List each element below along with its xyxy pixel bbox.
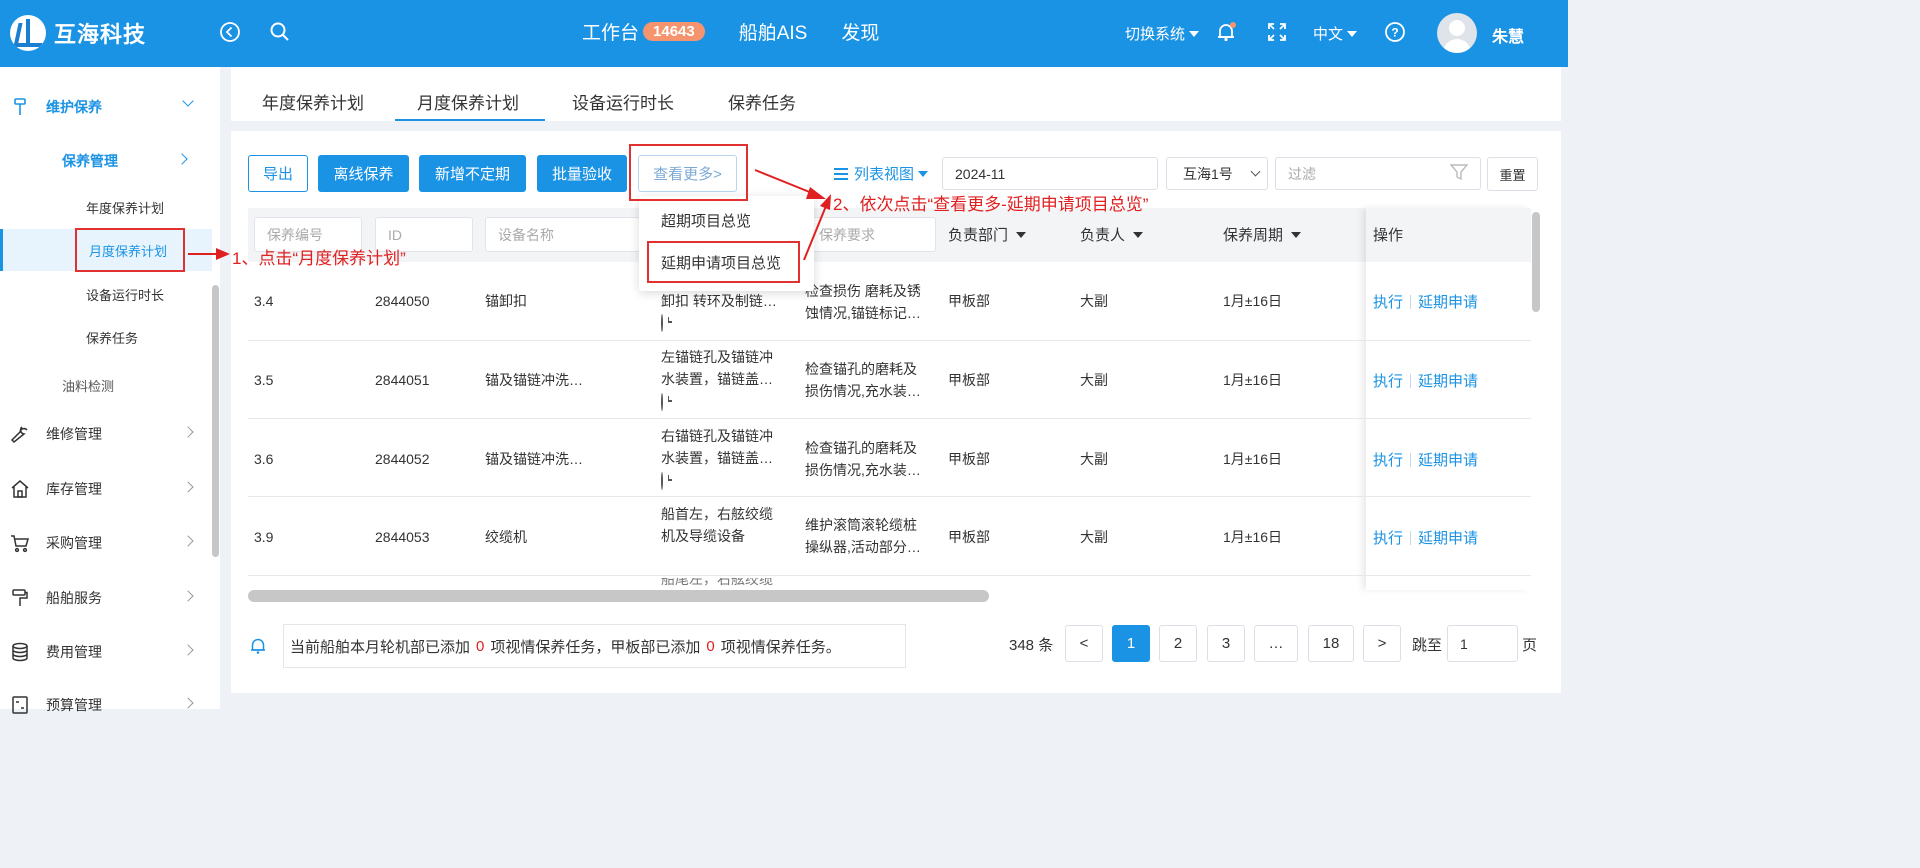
goto-page-value: 1 — [1460, 635, 1468, 652]
page-button-1[interactable]: 1 — [1112, 625, 1150, 662]
deck-count: 0 — [706, 637, 715, 655]
bell-icon — [248, 636, 283, 656]
annotation-step1: 1、点击“月度保养计划” — [232, 249, 406, 268]
annotation-step2: 2、依次点击“查看更多-延期申请项目总览” — [833, 195, 1149, 214]
page-unit: 页 — [1522, 637, 1538, 654]
page-button-2[interactable]: 2 — [1159, 625, 1197, 662]
annotation-arrows — [188, 169, 831, 261]
notice-prefix: 当前船舶本月轮机部已添加 — [290, 638, 471, 656]
notice-bar: 当前船舶本月轮机部已添加 0 项视情保养任务，甲板部已添加 0 项视情保养任务。 — [248, 624, 906, 668]
engine-count: 0 — [476, 637, 485, 655]
page-ellipsis[interactable]: … — [1254, 625, 1298, 662]
page-button-3[interactable]: 3 — [1207, 625, 1245, 662]
notice-text: 当前船舶本月轮机部已添加 0 项视情保养任务，甲板部已添加 0 项视情保养任务。 — [283, 624, 906, 668]
notice-mid: 项视情保养任务，甲板部已添加 — [490, 638, 701, 656]
notice-suffix: 项视情保养任务。 — [720, 638, 841, 656]
goto-label: 跳至 — [1412, 637, 1443, 654]
next-page-button[interactable]: > — [1363, 625, 1401, 662]
goto-page-input[interactable]: 1 — [1447, 625, 1518, 662]
prev-page-button[interactable]: < — [1065, 625, 1103, 662]
page-button-18[interactable]: 18 — [1308, 625, 1354, 662]
total-count: 348 条 — [1009, 637, 1054, 654]
